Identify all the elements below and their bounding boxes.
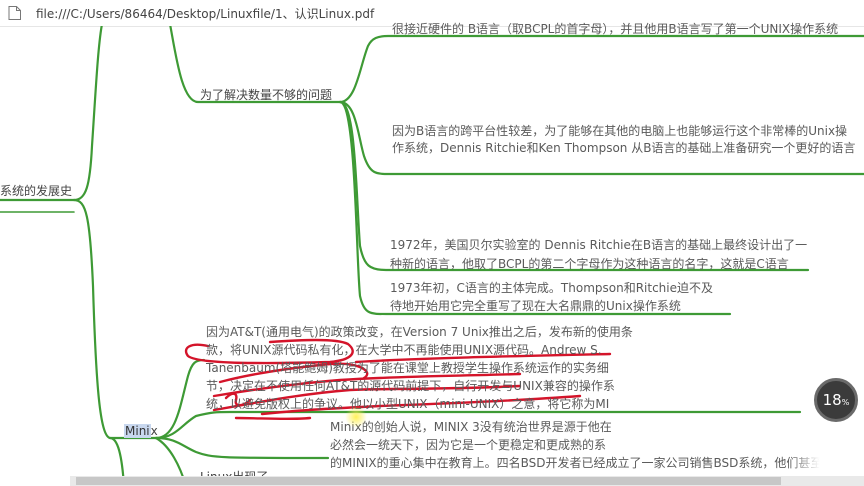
note-b-language: 很接近硬件的 B语言（取BCPL的首字母），并且他用B语言写了第一个UNIX操作… — [392, 22, 839, 36]
minix-highlight: Mini — [124, 424, 151, 438]
cursor-highlight — [345, 406, 367, 428]
percent-value: 18 — [822, 391, 842, 409]
note-c-language-line1: 1972年，美国贝尔实验室的 Dennis Ritchie在B语言的基础上最终设… — [390, 238, 808, 252]
note-c-done-line1: 1973年初，C语言的主体完成。Thompson和Ritchie迫不及 — [390, 281, 713, 295]
note-cross-platform-line1: 因为B语言的跨平台性较差，为了能够在其他的电脑上也能够运行这个非常棒的Unix操 — [392, 124, 848, 138]
note-att-line1: 因为AT&T(通用电气)的政策改变，在Version 7 Unix推出之后，发布… — [206, 325, 633, 339]
horizontal-scrollbar-thumb[interactable] — [76, 477, 781, 485]
pdf-viewport[interactable]: 系统的发展史 为了解决数量不够的问题 Minix Linux出现了 很接近硬件的… — [0, 22, 864, 486]
note-minix-line2: 必然会一统天下，因为它是一个更稳定和更成熟的系 — [330, 438, 607, 452]
branch-minix-main — [72, 198, 158, 440]
branch-att-text — [154, 358, 206, 440]
note-c-language-line2: 种新的语言，他取了BCPL的第二个字母作为这种语言的名字，这就是C语言 — [390, 257, 789, 271]
topic-minix[interactable]: Minix — [124, 422, 158, 440]
note-cross-platform-line2: 作系统，Dennis Ritchie和Ken Thompson 从B语言的基础上… — [392, 141, 856, 155]
note-c-done-line2: 待地开始用它完全重写了现在大名鼎鼎的Unix操作系统 — [390, 299, 681, 313]
minix-suffix: x — [150, 424, 158, 438]
progress-percent-badge[interactable]: 18% — [814, 378, 858, 422]
note-minix-line1: Minix的创始人说，MINIX 3没有统治世界是源于他在 — [330, 420, 612, 434]
note-att-line4: 节，决定在不使用任何AT&T的源代码前提下，自行开发与UNIX兼容的操作系 — [206, 379, 615, 393]
branch-b-language — [338, 34, 864, 104]
fade-overlay — [790, 414, 864, 474]
note-att-line3: Tanenbaum(塔能鲍姆)教授为了能在课堂上教授学生操作系统运作的实务细 — [206, 361, 609, 375]
note-att-line2: 款，将UNIX源代码私有化，在大学中不再能使用UNIX源代码。Andrew S. — [206, 343, 602, 357]
branch-up-main — [72, 26, 103, 202]
note-att-line5: 统，以避免版权上的争议。他以小型UNIX（mini-UNIX）之意，将它称为MI — [206, 397, 610, 411]
percent-unit: % — [841, 398, 850, 407]
topic-solve-problem[interactable]: 为了解决数量不够的问题 — [200, 86, 332, 104]
url-text[interactable]: file:///C:/Users/86464/Desktop/Linuxfile… — [36, 5, 374, 22]
root-topic-label[interactable]: 系统的发展史 — [0, 182, 72, 200]
note-minix-line3: 的MINIX的重心集中在教育上。四名BSD开发者已经成立了一家公司销售BSD系统… — [330, 456, 823, 470]
document-icon — [8, 6, 21, 20]
branch-minix-founder — [154, 436, 330, 460]
annotation-underline-5 — [234, 416, 312, 421]
